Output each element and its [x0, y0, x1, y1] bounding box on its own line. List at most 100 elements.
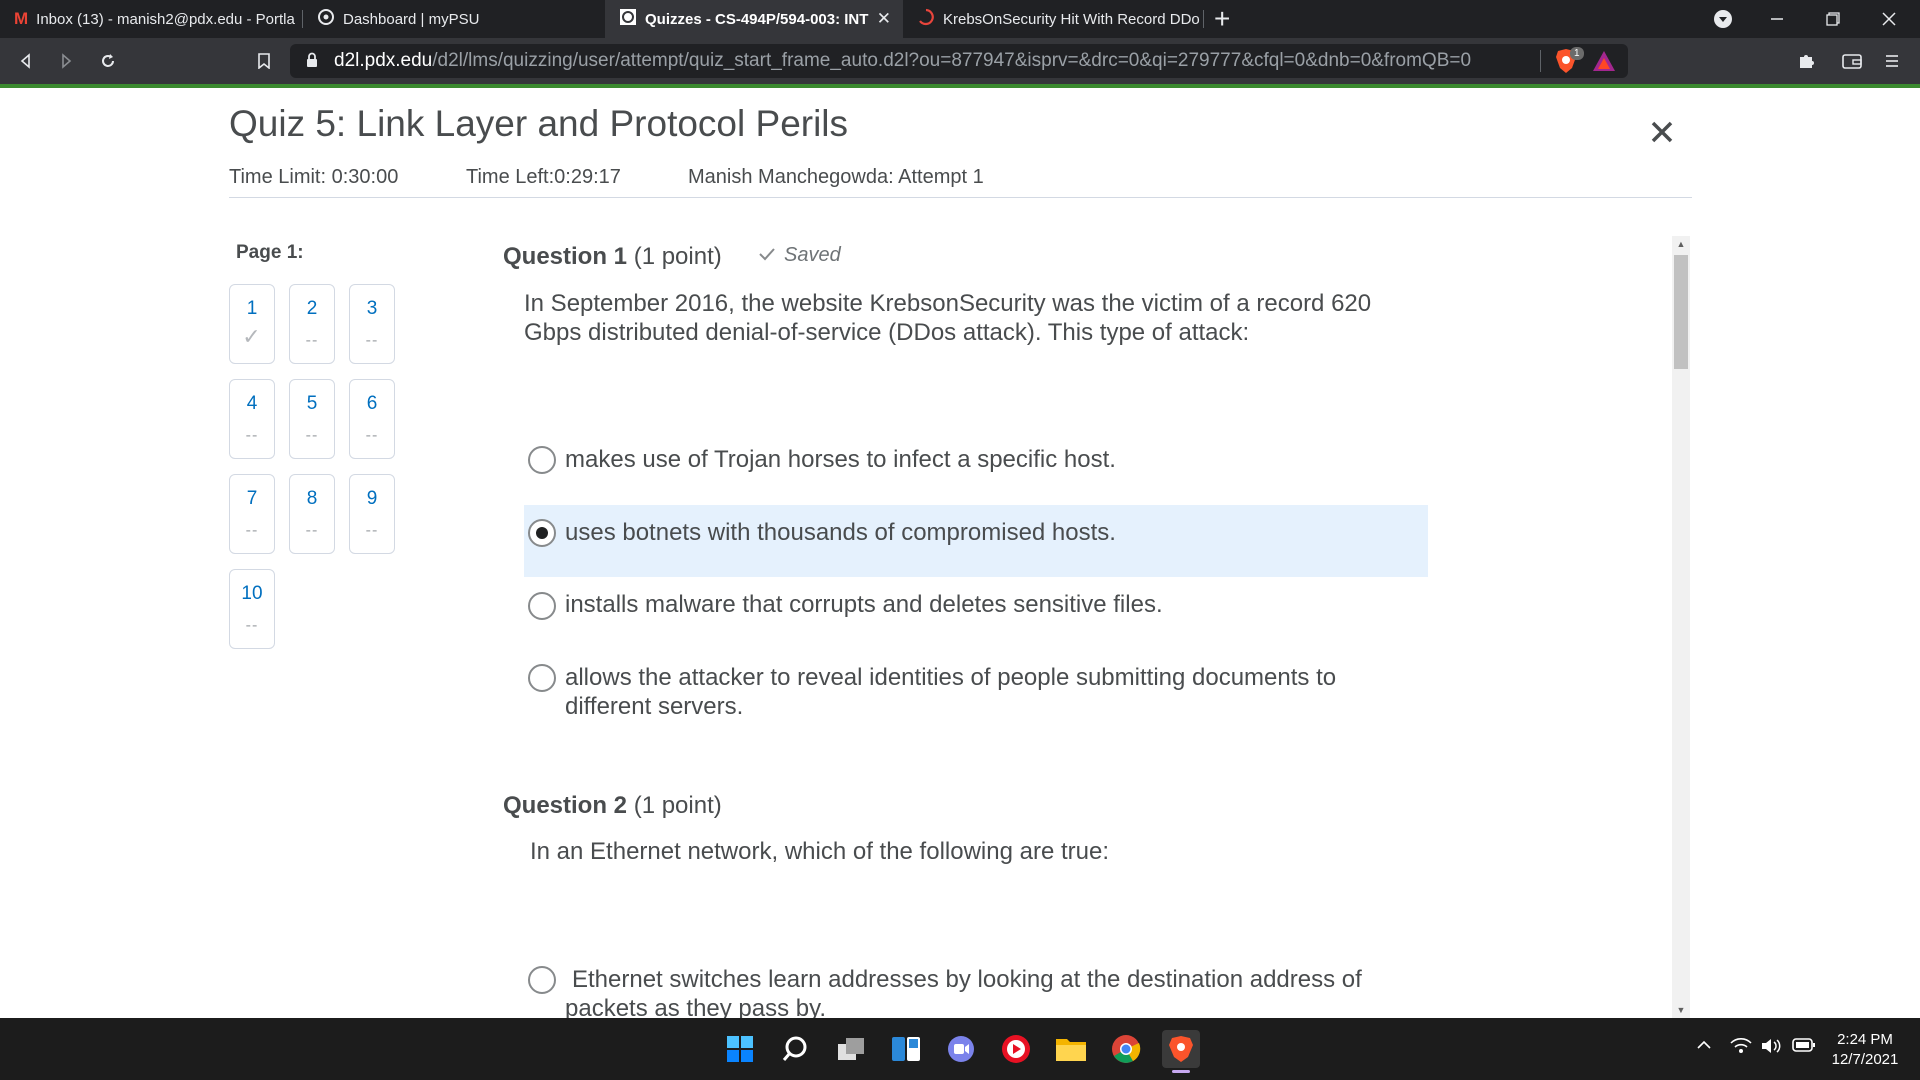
question-nav-status: -- — [365, 427, 379, 444]
close-window-icon[interactable] — [1866, 0, 1912, 38]
file-explorer-icon[interactable] — [1052, 1030, 1090, 1068]
media-player-icon[interactable] — [997, 1030, 1035, 1068]
question-nav-status: -- — [305, 332, 319, 349]
question-points: (1 point) — [633, 243, 722, 270]
tab-gmail[interactable]: M Inbox (13) - manish2@pdx.edu - Portla — [0, 0, 302, 38]
check-icon — [758, 244, 776, 267]
question-nav-8[interactable]: 8 -- — [289, 474, 335, 554]
psu-logo-icon — [317, 8, 335, 30]
question-nav-4[interactable]: 4 -- — [229, 379, 275, 459]
question-nav-9[interactable]: 9 -- — [349, 474, 395, 554]
loading-spinner-icon — [917, 8, 935, 30]
saved-indicator: Saved — [758, 244, 841, 267]
time-limit: Time Limit: 0:30:00 — [229, 166, 399, 188]
question-nav-status: -- — [365, 522, 379, 539]
question-nav-status: -- — [305, 427, 319, 444]
attempt-info: Manish Manchegowda: Attempt 1 — [688, 166, 984, 188]
brave-browser-icon[interactable] — [1162, 1030, 1200, 1068]
task-view-icon[interactable] — [832, 1030, 870, 1068]
tab-label: KrebsOnSecurity Hit With Record DDo — [943, 10, 1200, 28]
question-nav-10[interactable]: 10 -- — [229, 569, 275, 649]
answer-option[interactable]: Ethernet switches learn addresses by loo… — [524, 963, 1428, 1018]
tab-krebs[interactable]: KrebsOnSecurity Hit With Record DDo — [903, 0, 1205, 38]
question-1-text: In September 2016, the website KrebsonSe… — [524, 290, 1372, 346]
page-label: Page 1: — [236, 242, 304, 263]
radio-button[interactable] — [528, 446, 556, 474]
forward-icon[interactable] — [46, 38, 86, 84]
tab-quizzes[interactable]: Quizzes - CS-494P/594-003: INTE ✕ — [605, 0, 903, 38]
brave-rewards-icon[interactable] — [1592, 50, 1616, 77]
question-nav-status: -- — [245, 617, 259, 634]
question-number: Question 1 — [503, 243, 628, 270]
chrome-icon[interactable] — [1107, 1030, 1145, 1068]
saved-label: Saved — [784, 244, 841, 266]
tab-separator — [1203, 10, 1204, 28]
widgets-icon[interactable] — [887, 1030, 925, 1068]
time-left: Time Left:0:29:17 — [466, 166, 621, 188]
back-icon[interactable] — [6, 38, 46, 84]
hamburger-menu-icon[interactable] — [1872, 38, 1912, 84]
question-number: Question 2 — [503, 792, 628, 819]
question-1-heading: Question 1 (1 point) — [503, 241, 722, 273]
question-nav-3[interactable]: 3 -- — [349, 284, 395, 364]
answer-label[interactable]: allows the attacker to reveal identities… — [565, 663, 1405, 721]
tab-label: Dashboard | myPSU — [343, 10, 480, 28]
close-quiz-icon[interactable] — [1644, 114, 1680, 150]
extensions-icon[interactable] — [1786, 38, 1826, 84]
radio-button[interactable] — [528, 592, 556, 620]
psu-logo-icon — [619, 8, 637, 30]
wallet-icon[interactable] — [1832, 38, 1872, 84]
answer-label[interactable]: Ethernet switches learn addresses by loo… — [565, 965, 1405, 1018]
search-icon[interactable] — [776, 1030, 814, 1068]
question-nav-1[interactable]: 1 ✓ — [229, 284, 275, 364]
url-text[interactable]: d2l.pdx.edu/d2l/lms/quizzing/user/attemp… — [334, 48, 1471, 74]
answer-label[interactable]: installs malware that corrupts and delet… — [565, 590, 1405, 619]
reload-icon[interactable] — [88, 38, 128, 84]
tab-label: Quizzes - CS-494P/594-003: INTE — [645, 10, 869, 28]
radio-button[interactable] — [528, 966, 556, 994]
radio-button[interactable] — [528, 664, 556, 692]
scrollbar-thumb[interactable] — [1674, 255, 1688, 369]
question-nav-status: -- — [245, 427, 259, 444]
battery-icon[interactable] — [1792, 1038, 1816, 1056]
toolbar-accent-line — [0, 84, 1920, 88]
answer-option[interactable]: allows the attacker to reveal identities… — [524, 650, 1428, 730]
question-nav-number: 4 — [246, 393, 258, 414]
clock-date: 12/7/2021 — [1831, 1051, 1899, 1068]
question-nav-status: -- — [245, 522, 259, 539]
system-clock[interactable]: 2:24 PM 12/7/2021 — [1820, 1030, 1910, 1070]
question-nav-7[interactable]: 7 -- — [229, 474, 275, 554]
clock-time: 2:24 PM — [1837, 1031, 1893, 1048]
bookmark-icon[interactable] — [244, 38, 284, 84]
answer-label[interactable]: makes use of Trojan horses to infect a s… — [565, 445, 1405, 474]
show-hidden-icons-icon[interactable] — [1696, 1038, 1712, 1055]
windows-start-icon[interactable] — [721, 1030, 759, 1068]
active-app-indicator — [1172, 1070, 1190, 1073]
volume-icon[interactable] — [1760, 1038, 1782, 1058]
answer-label[interactable]: uses botnets with thousands of compromis… — [565, 518, 1405, 547]
answer-option[interactable]: makes use of Trojan horses to infect a s… — [524, 432, 1428, 492]
close-tab-icon[interactable]: ✕ — [877, 9, 891, 29]
teams-chat-icon[interactable] — [942, 1030, 980, 1068]
scroll-down-arrow-icon[interactable]: ▼ — [1675, 1004, 1687, 1016]
new-tab-button[interactable]: + — [1214, 2, 1230, 36]
scroll-up-arrow-icon[interactable]: ▲ — [1675, 238, 1687, 250]
question-nav-2[interactable]: 2 -- — [289, 284, 335, 364]
minimize-icon[interactable] — [1754, 0, 1800, 38]
tab-label: Inbox (13) - manish2@pdx.edu - Portla — [36, 10, 295, 28]
question-nav-number: 8 — [306, 488, 318, 509]
lock-icon — [306, 52, 318, 73]
question-nav-5[interactable]: 5 -- — [289, 379, 335, 459]
question-nav-6[interactable]: 6 -- — [349, 379, 395, 459]
tab-dashboard[interactable]: Dashboard | myPSU — [303, 0, 605, 38]
question-nav-number: 9 — [366, 488, 378, 509]
wifi-icon[interactable] — [1730, 1038, 1752, 1058]
answer-option[interactable]: installs malware that corrupts and delet… — [524, 578, 1428, 638]
radio-button-checked[interactable] — [528, 519, 556, 547]
quiz-title: Quiz 5: Link Layer and Protocol Perils — [229, 103, 849, 144]
question-nav-number: 1 — [246, 298, 258, 319]
restore-icon[interactable] — [1810, 0, 1856, 38]
brave-menu-icon[interactable] — [1700, 0, 1746, 38]
answer-option-selected[interactable]: uses botnets with thousands of compromis… — [524, 505, 1428, 577]
header-divider — [229, 197, 1692, 198]
